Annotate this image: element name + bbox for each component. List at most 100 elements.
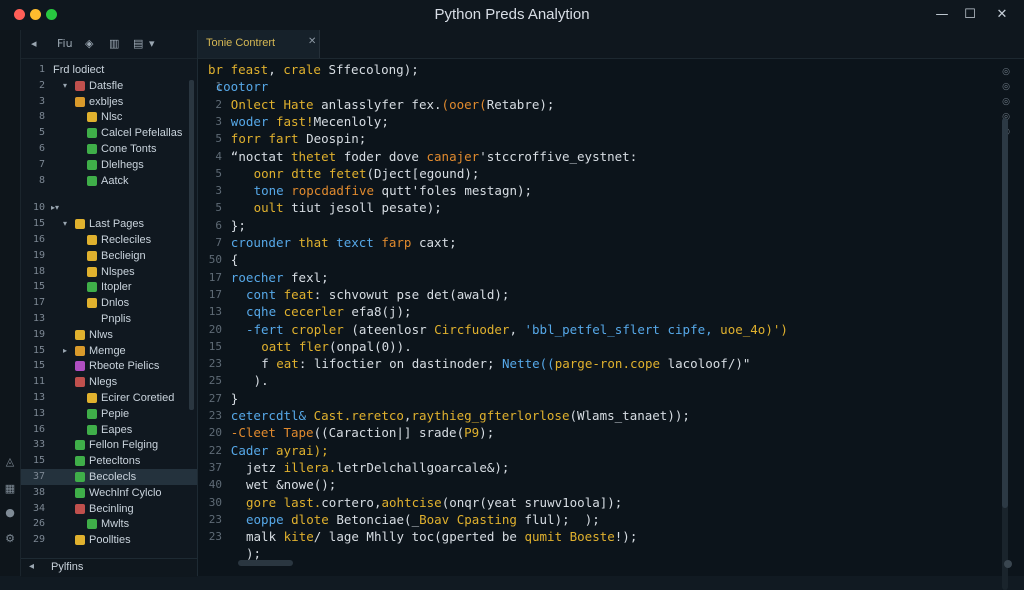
settings-icon[interactable]: ⚙ [3, 532, 17, 546]
tree-item[interactable]: 8 Nlsc [21, 109, 197, 125]
tree-item[interactable]: 11 Nlegs [21, 374, 197, 390]
chevron-icon[interactable]: ▾ [63, 216, 67, 232]
dropdown-icon[interactable]: ▾ [149, 36, 155, 52]
minimize-button[interactable]: — [932, 5, 952, 25]
code-line[interactable]: 4 “noctat thetet foder dove canajer'stccr… [198, 148, 998, 165]
code-token: (ooer( [441, 96, 487, 112]
code-line[interactable]: 40 wet &nowe(); [198, 476, 998, 493]
code-line[interactable]: 50 { [198, 251, 998, 268]
tree-item[interactable]: 15 ▾ Last Pages [21, 216, 197, 232]
code-line[interactable]: 23 eoppe dlote Betonciae(_Boav Cpasting f… [198, 511, 998, 528]
back-icon[interactable]: ◂ [31, 36, 37, 52]
tree-item[interactable]: 2 ▾ Datsfle [21, 78, 197, 94]
maximize-button[interactable]: ☐ [960, 5, 980, 25]
chevron-icon[interactable]: ▸ [63, 343, 67, 359]
tree-item-label: Eapes [101, 423, 133, 436]
code-line[interactable]: 20 -Cleet Tape((Caraction|] srade(P9); [198, 424, 998, 441]
tree-header[interactable]: 1 Frd lodiect [21, 62, 197, 78]
code-line[interactable]: 5 oonr dtte fetet(Dject[egound); [198, 165, 998, 182]
code-token: } [230, 390, 239, 406]
tree-item[interactable]: 7 Dlelhegs [21, 157, 197, 173]
code-token: cortero, [321, 494, 382, 510]
tree-item[interactable]: 37 Becolecls [21, 469, 197, 485]
gutter-marker-icon[interactable]: ◎ [1000, 65, 1012, 80]
line-number: 8 [38, 111, 45, 123]
code-line[interactable]: 17 cont feat: schvowut pse det(awald); [198, 286, 998, 303]
code-line[interactable]: 5 forr fart Deospin; [198, 130, 998, 147]
tree-item[interactable]: 29 Poollties [21, 532, 197, 548]
code-line[interactable]: 23 malk kite/ lage Mhlly toc(gperted be q… [198, 528, 998, 545]
tree-item[interactable]: 18 Nlspes [21, 264, 197, 280]
tree-item[interactable]: 33 Fellon Felging [21, 437, 197, 453]
tab-active[interactable]: Tonie Contrert ✕ [198, 30, 320, 58]
tree-item[interactable]: 13 Ecirer Coretied [21, 390, 197, 406]
tree-item-label: Wechlnf Cylclo [89, 486, 162, 499]
tree-item[interactable]: 16 Recleciles [21, 232, 197, 248]
tree-item[interactable]: 34 Becinling [21, 501, 197, 517]
tree-item[interactable]: 38 Wechlnf Cylclo [21, 485, 197, 501]
line-number: 13 [32, 407, 45, 419]
code-line[interactable]: 15 oatt fler(onpal(0)). [198, 338, 998, 355]
tree-item[interactable]: 13 Pnplis [21, 311, 197, 327]
chevron-icon[interactable]: ▸▾ [51, 200, 59, 216]
tree-item[interactable]: 15 Rbeote Pielics [21, 358, 197, 374]
tree-item[interactable]: 15 Petecltons [21, 453, 197, 469]
code-line-number: 20 [208, 426, 222, 440]
layout-icon[interactable]: ▦ [3, 482, 17, 496]
tree-item[interactable]: 17 Dnlos [21, 295, 197, 311]
new-folder-icon[interactable]: ▤ [133, 36, 143, 52]
tree-item[interactable]: 19 Nlws [21, 327, 197, 343]
alert-icon[interactable]: ◬ [3, 455, 17, 469]
editor-vertical-scrollbar[interactable] [1002, 118, 1008, 590]
tree-item[interactable]: 19 Beclieign [21, 248, 197, 264]
code-line[interactable]: 7 crounder that texct farp caxt; [198, 234, 998, 251]
sidebar-scrollbar[interactable] [189, 80, 194, 410]
gutter-marker-icon[interactable]: ◎ [1000, 80, 1012, 95]
code-editor[interactable]: Tonie Contrert ✕ br feast, crale Sffecol… [198, 30, 1024, 590]
code-token: cecerler [283, 304, 352, 320]
code-line[interactable]: 23 cetercdtl& Cast.reretco,raythieg_gfter… [198, 407, 998, 424]
code-line[interactable]: ); [198, 545, 998, 562]
tree-item[interactable]: 5 Calcel Pefelallas [21, 125, 197, 141]
refresh-icon[interactable]: ◈ [85, 36, 93, 52]
code-line[interactable]: 20 -fert cropler (ateenlosr Circfuoder, '… [198, 321, 998, 338]
code-line[interactable]: br feast, crale Sffecolong); [198, 61, 998, 78]
code-line[interactable]: 3 woder fast!Mecenloly; [198, 113, 998, 130]
tree-item[interactable]: 8 Aatck [21, 173, 197, 189]
tree-item[interactable]: 6 Cone Tonts [21, 141, 197, 157]
code-line[interactable]: 2 Onlect Hate anlasslyfer fex.(ooer(Retab… [198, 96, 998, 113]
tree-item[interactable]: 13 Pepie [21, 406, 197, 422]
code-line[interactable]: 22 Cader ayrai); [198, 442, 998, 459]
code-token: letrDelchallgoarcale&); [336, 459, 510, 475]
tree-item[interactable]: 26 Mwlts [21, 516, 197, 532]
tree-item[interactable]: 15 ▸ Memge [21, 343, 197, 359]
new-file-icon[interactable]: ▥ [109, 36, 119, 52]
code-line[interactable]: 23 f eat: lifoctier on dastinoder; Nette(… [198, 355, 998, 372]
code-line[interactable]: 17 roecher fexl; [198, 269, 998, 286]
editor-horizontal-scrollbar[interactable] [238, 560, 293, 566]
sidebar-footer[interactable]: ◂ Pylfins [21, 558, 197, 577]
close-button[interactable]: ✕ [992, 5, 1012, 25]
code-line[interactable]: 5 oult tiut jesoll pesate); [198, 199, 998, 216]
tree-item[interactable]: 3 exbljes [21, 94, 197, 110]
scrollbar-thumb[interactable] [1002, 118, 1008, 508]
code-line[interactable]: 37 jetz illera.letrDelchallgoarcale&); [198, 459, 998, 476]
file-icon [75, 535, 85, 546]
code-line[interactable]: 6}; [198, 217, 998, 234]
tree-item[interactable]: 10 ▸▾ [21, 200, 197, 216]
file-menu-label[interactable]: Fiu [57, 36, 73, 52]
code-line[interactable]: 25). [198, 372, 998, 389]
record-icon[interactable]: ● [3, 506, 17, 520]
code-line[interactable]: 27} [198, 390, 998, 407]
tree-item[interactable]: 16 Eapes [21, 422, 197, 438]
code-token: lacoloof/)" [667, 356, 751, 372]
code-line[interactable]: 13 cqhe cecerler efa8(j); [198, 303, 998, 320]
gutter-marker-icon[interactable]: ◎ [1000, 95, 1012, 110]
tree-item[interactable]: 15 Itopler [21, 279, 197, 295]
code-line[interactable]: 3 tone ropcdadfive qutt'foles mestagn); [198, 182, 998, 199]
collapse-icon[interactable]: ◂ [29, 561, 34, 572]
chevron-icon[interactable]: ▾ [63, 78, 67, 94]
code-line[interactable]: 1 cootorr [198, 78, 998, 95]
tab-close-icon[interactable]: ✕ [308, 36, 316, 47]
code-line[interactable]: 30 gore last.cortero,aohtcise(onqr(yeat s… [198, 494, 998, 511]
